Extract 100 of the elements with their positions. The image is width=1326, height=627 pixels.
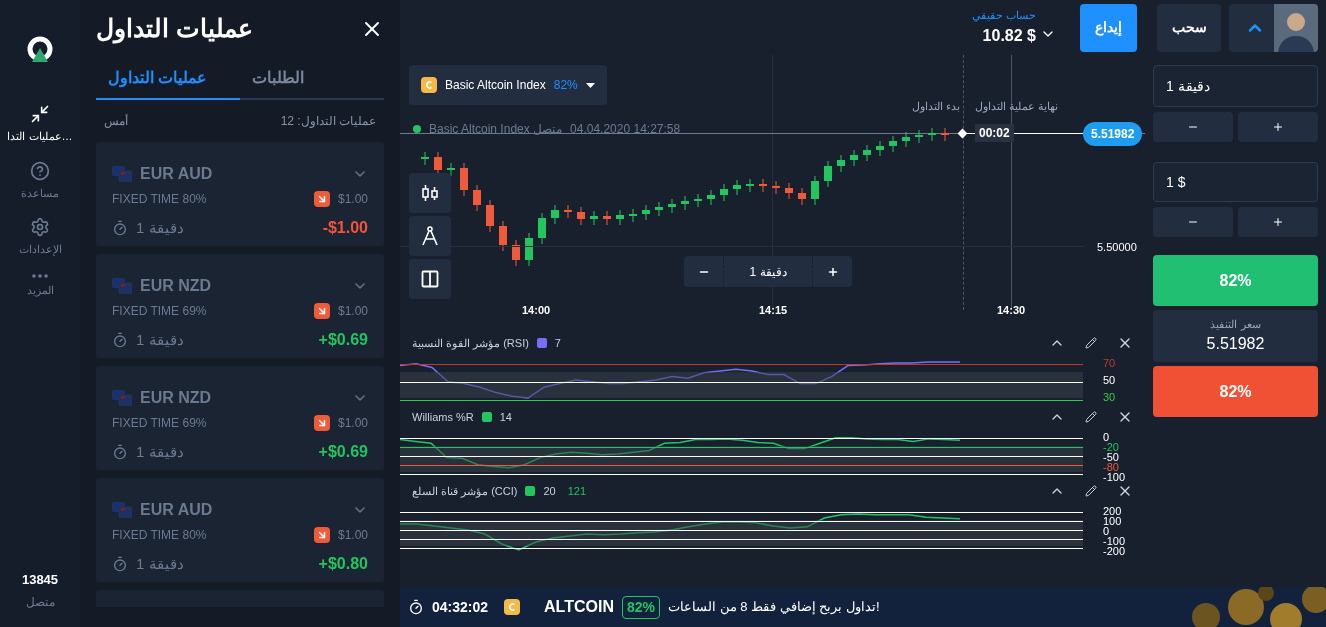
indicator-parameter: 14 bbox=[499, 409, 512, 425]
trade-type: FIXED TIME 69% bbox=[112, 415, 207, 432]
trade-duration: دقيقة 1 bbox=[136, 217, 184, 238]
candlestick bbox=[694, 193, 702, 208]
indicator-parameter: 121 bbox=[567, 483, 587, 499]
candlestick bbox=[603, 210, 611, 226]
trade-duration: دقيقة 1 bbox=[136, 441, 184, 462]
level-label: -50 bbox=[1103, 452, 1120, 462]
edit-icon[interactable] bbox=[1085, 411, 1097, 423]
level-label: 100 bbox=[1103, 516, 1123, 526]
flags-icon bbox=[112, 278, 132, 294]
flags-icon bbox=[112, 166, 132, 182]
trade-end-label: نهاية عملية التداول bbox=[975, 100, 1060, 113]
nav-item[interactable]: مساعدة bbox=[5, 160, 75, 201]
banner-asset: ALTCOIN bbox=[544, 597, 614, 617]
indicator-name: Williams %R bbox=[412, 409, 474, 425]
coin-icon bbox=[504, 599, 521, 615]
time-tick: 14:00 bbox=[522, 303, 551, 318]
amount-field[interactable]: 1 $ bbox=[1153, 162, 1318, 202]
countdown: 00:02 bbox=[975, 124, 1014, 142]
help-icon bbox=[30, 160, 50, 181]
trade-amount: $1.00 bbox=[337, 303, 368, 320]
layout-button[interactable] bbox=[409, 259, 451, 299]
trade-result: +$0.80 bbox=[318, 554, 368, 574]
nav-item[interactable]: المزيد bbox=[5, 273, 75, 298]
time-tick: 14:30 bbox=[997, 303, 1026, 318]
trade-duration: دقيقة 1 bbox=[136, 553, 184, 574]
trade-result: +$0.69 bbox=[318, 442, 368, 462]
plus-icon bbox=[1272, 216, 1284, 228]
current-price: 5.51982 bbox=[1083, 122, 1143, 146]
date-label: أمس bbox=[104, 113, 128, 130]
candlestick bbox=[616, 209, 624, 226]
banner-message: تداول بربح إضافي فقط 8 من الساعات! bbox=[668, 598, 880, 617]
withdraw-button[interactable]: سحب bbox=[1157, 3, 1221, 52]
edit-icon[interactable] bbox=[1085, 485, 1097, 497]
indicator-parameter: 20 bbox=[543, 483, 556, 499]
level-label: 30 bbox=[1103, 392, 1116, 402]
candlestick bbox=[629, 208, 637, 223]
tab[interactable]: عمليات التداول bbox=[96, 66, 240, 100]
trade-amount: $1.00 bbox=[337, 527, 368, 544]
candlestick bbox=[655, 201, 663, 217]
account-type: حساب حقيقي bbox=[971, 8, 1036, 24]
trade-count: عمليات التداول: 12 bbox=[280, 113, 376, 130]
drawing-tool-button[interactable] bbox=[409, 216, 451, 256]
currency-pair: EUR AUD bbox=[140, 164, 213, 184]
candlestick bbox=[512, 239, 520, 267]
caret-icon bbox=[585, 82, 595, 88]
duration-value: دقيقة 1 bbox=[748, 263, 788, 281]
lower-button[interactable]: 82% bbox=[1153, 366, 1318, 417]
nav-item[interactable]: عمليات التدا… bbox=[5, 104, 75, 145]
candlestick bbox=[460, 162, 468, 197]
compass-icon bbox=[420, 225, 440, 247]
level-label: 0 bbox=[1103, 526, 1111, 536]
deposit-button[interactable]: إيداع bbox=[1080, 3, 1137, 52]
candlestick bbox=[577, 206, 585, 226]
level-label: -100 bbox=[1103, 472, 1126, 482]
level-label: -80 bbox=[1103, 462, 1120, 472]
edit-icon[interactable] bbox=[1085, 337, 1097, 349]
panel-title: عمليات التداول bbox=[96, 13, 253, 46]
candlestick bbox=[564, 204, 572, 219]
plus-icon bbox=[826, 265, 839, 278]
candlestick bbox=[902, 131, 910, 148]
timer-icon bbox=[408, 599, 424, 615]
time-field[interactable]: دقيقة 1 bbox=[1153, 65, 1318, 107]
candlestick bbox=[447, 162, 455, 177]
candlestick bbox=[551, 204, 559, 225]
more-icon bbox=[32, 273, 48, 278]
candlestick-icon bbox=[420, 183, 440, 203]
tab[interactable]: الطلبات bbox=[240, 66, 384, 100]
candlestick bbox=[837, 154, 845, 173]
candlestick bbox=[811, 175, 819, 206]
candlestick bbox=[473, 184, 481, 212]
candlestick bbox=[681, 195, 689, 211]
candlestick bbox=[590, 210, 598, 226]
strike-label: سعر التنفيذ bbox=[1210, 316, 1261, 333]
candlestick bbox=[785, 182, 793, 200]
trade-result: +$0.69 bbox=[318, 330, 368, 350]
trade-result: -$1.00 bbox=[322, 218, 368, 238]
candlestick bbox=[915, 129, 923, 144]
level-label: 0 bbox=[1103, 432, 1111, 442]
banner-timer: 04:32:02 bbox=[432, 597, 489, 617]
candlestick bbox=[928, 127, 936, 142]
currency-pair: EUR NZD bbox=[140, 276, 212, 296]
candlestick bbox=[499, 220, 507, 252]
asset-selector[interactable]: Basic Altcoin Index 82% bbox=[409, 65, 607, 105]
timer-icon bbox=[112, 556, 128, 572]
profile-button[interactable] bbox=[1229, 3, 1318, 52]
trade-type: FIXED TIME 80% bbox=[112, 191, 207, 208]
level-label: -200 bbox=[1103, 546, 1126, 556]
candlestick bbox=[941, 127, 949, 142]
candlestick bbox=[525, 232, 533, 267]
nav-item[interactable]: الإعدادات bbox=[5, 217, 75, 258]
indicator-name: مؤشر القوة النسبية (RSI) bbox=[412, 335, 529, 352]
candlestick bbox=[889, 135, 897, 153]
trade-type: FIXED TIME 80% bbox=[112, 527, 207, 544]
level-label: 200 bbox=[1103, 506, 1123, 516]
logo-icon bbox=[26, 36, 54, 64]
currency-pair: EUR NZD bbox=[140, 388, 212, 408]
candlestick-tool-button[interactable] bbox=[409, 173, 451, 213]
trade-start-label: بدء التداول bbox=[910, 100, 960, 113]
